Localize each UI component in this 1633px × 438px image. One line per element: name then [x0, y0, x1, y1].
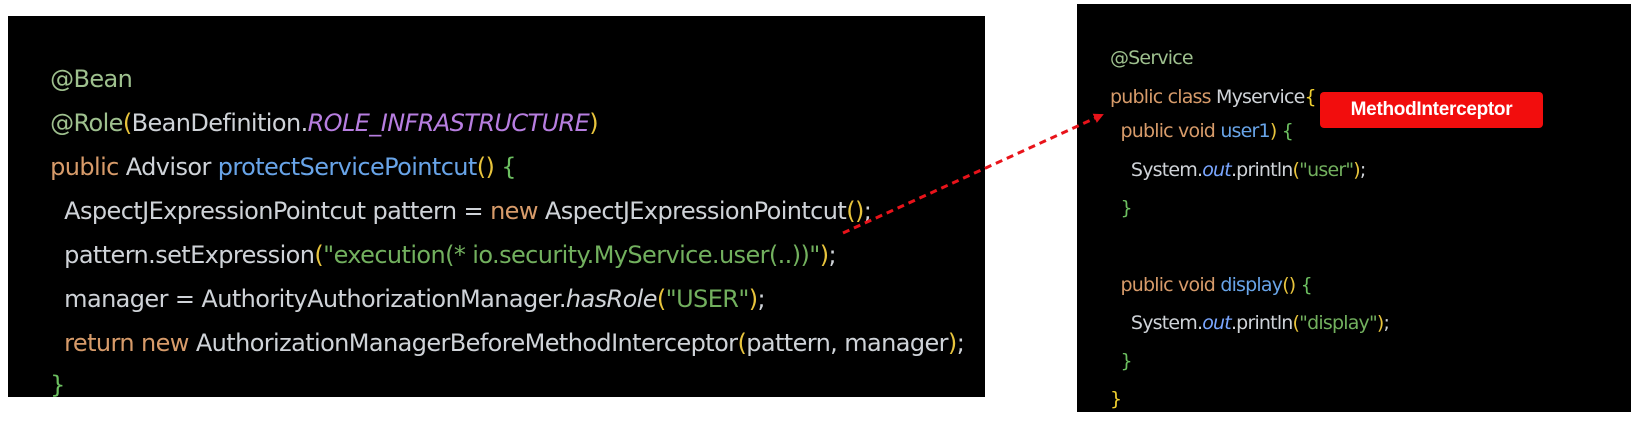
connector-arrow — [842, 113, 1104, 235]
dashed-arrow-line — [842, 113, 1104, 235]
